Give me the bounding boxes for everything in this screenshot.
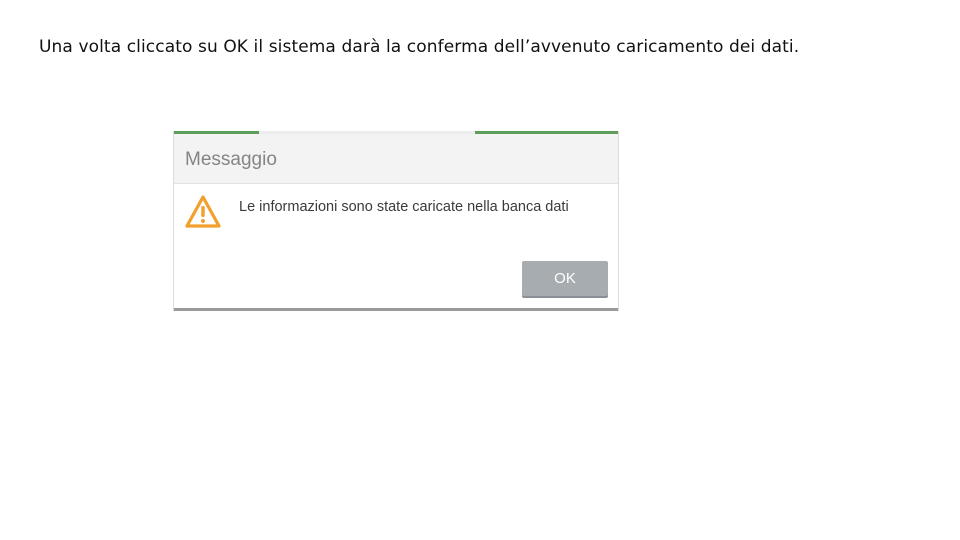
dialog-title: Messaggio	[185, 149, 277, 170]
dialog-header: Messaggio	[174, 134, 618, 184]
ok-button[interactable]: OK	[522, 261, 608, 296]
dialog-message: Le informazioni sono state caricate nell…	[239, 199, 569, 215]
dialog-bottom-edge	[174, 308, 618, 311]
warning-icon	[184, 194, 222, 230]
message-dialog: Messaggio Le informazioni sono state car…	[173, 131, 619, 311]
slide-caption: Una volta cliccato su OK il sistema darà…	[39, 37, 800, 57]
